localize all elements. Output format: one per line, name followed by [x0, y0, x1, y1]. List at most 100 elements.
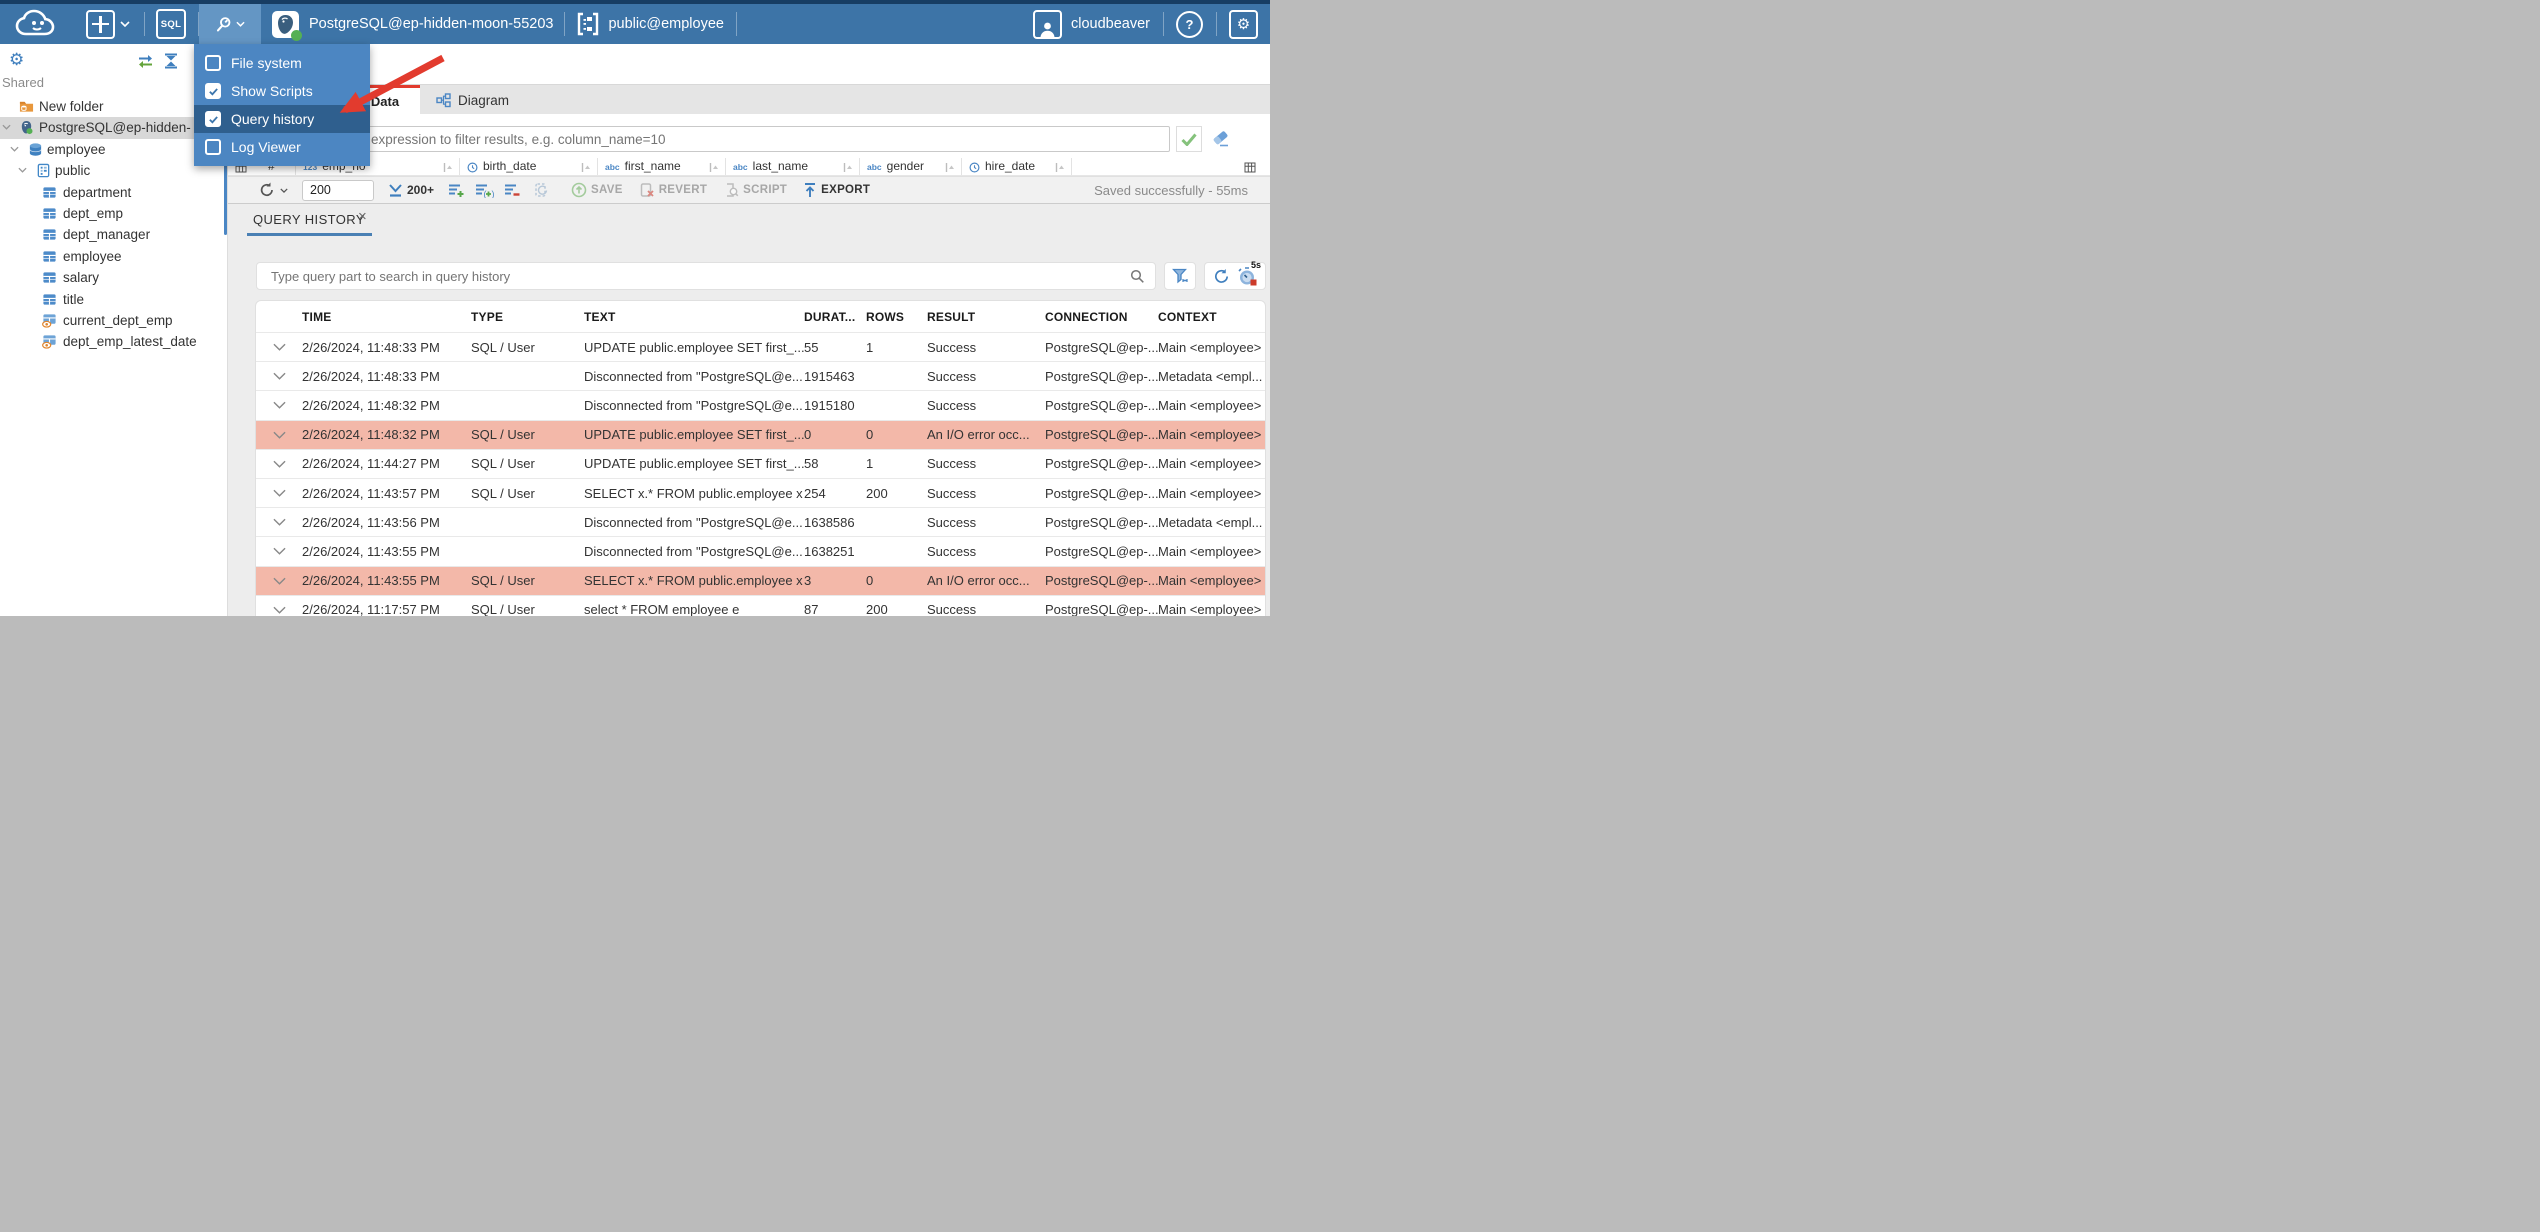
- auto-refresh-timer-button[interactable]: 5s: [1238, 260, 1261, 286]
- checkbox-checked-icon[interactable]: [205, 83, 221, 99]
- column-header-text[interactable]: TEXT: [584, 310, 804, 324]
- checkbox-checked-icon[interactable]: [205, 111, 221, 127]
- grid-settings-icon[interactable]: [1244, 162, 1256, 173]
- schema-name[interactable]: public@employee: [608, 16, 723, 32]
- expand-chevron-icon[interactable]: [256, 518, 302, 526]
- menu-item-show-scripts[interactable]: Show Scripts: [194, 77, 370, 105]
- sidebar-item-dept-manager[interactable]: dept_manager: [0, 224, 227, 245]
- column-header-type[interactable]: TYPE: [471, 310, 584, 324]
- sidebar-item-new-folder[interactable]: New folder: [0, 96, 227, 117]
- query-history-row[interactable]: 2/26/2024, 11:43:55 PM Disconnected from …: [256, 536, 1265, 565]
- column-header-time[interactable]: TIME: [302, 310, 471, 324]
- column-header-context[interactable]: CONTEXT: [1158, 310, 1265, 324]
- grid-column-header-first-name[interactable]: abc first_name: [598, 158, 726, 175]
- sidebar-item-public[interactable]: public: [0, 160, 227, 181]
- save-button[interactable]: SAVE: [571, 182, 623, 198]
- divider: [564, 12, 566, 36]
- eraser-icon[interactable]: [1210, 129, 1230, 148]
- expand-chevron-icon[interactable]: [256, 401, 302, 410]
- sort-icon[interactable]: [945, 162, 955, 173]
- expand-chevron-icon[interactable]: [256, 431, 302, 439]
- schema-selector[interactable]: [577, 12, 599, 36]
- expand-chevron-icon[interactable]: [256, 343, 302, 351]
- grid-column-header-gender[interactable]: abc gender: [860, 158, 962, 175]
- row-limit-input[interactable]: [302, 179, 374, 201]
- sidebar-item-salary[interactable]: salary: [0, 267, 227, 288]
- column-header-result[interactable]: RESULT: [927, 310, 1045, 324]
- revert-button[interactable]: REVERT: [639, 182, 707, 198]
- auto-refresh-button[interactable]: [533, 182, 549, 198]
- sort-icon[interactable]: [843, 162, 853, 173]
- sidebar-item-current-dept-emp[interactable]: current_dept_emp: [0, 310, 227, 331]
- expand-chevron-icon[interactable]: [256, 372, 302, 381]
- delete-row-button[interactable]: [504, 183, 521, 198]
- query-history-row[interactable]: 2/26/2024, 11:48:32 PM SQL / User UPDATE p…: [256, 419, 1265, 449]
- expand-chevron-icon[interactable]: [256, 577, 302, 585]
- refresh-history-button[interactable]: [1213, 268, 1230, 285]
- query-history-row[interactable]: 2/26/2024, 11:48:32 PM Disconnected from …: [256, 390, 1265, 419]
- sidebar-item-postgresql-ep-hidden[interactable]: PostgreSQL@ep-hidden-: [0, 117, 227, 139]
- query-history-row[interactable]: 2/26/2024, 11:17:57 PM SQL / User select *…: [256, 594, 1265, 616]
- settings-gear-icon[interactable]: ⚙: [1229, 9, 1258, 39]
- refresh-button[interactable]: [258, 181, 288, 199]
- user-menu[interactable]: cloudbeaver: [1033, 9, 1150, 39]
- filter-button[interactable]: [1164, 262, 1196, 290]
- menu-item-file-system[interactable]: File system: [194, 49, 370, 77]
- query-history-row[interactable]: 2/26/2024, 11:43:57 PM SQL / User SELECT x…: [256, 477, 1265, 507]
- sql-editor-button[interactable]: SQL: [156, 9, 186, 39]
- navigator-settings-gear-icon[interactable]: ⚙: [9, 51, 24, 68]
- collapse-all-icon[interactable]: [163, 53, 179, 69]
- help-icon[interactable]: ?: [1176, 10, 1203, 38]
- expand-chevron-icon[interactable]: [256, 606, 302, 614]
- sort-icon[interactable]: [1055, 162, 1065, 173]
- fetch-more-button[interactable]: 200+: [388, 183, 434, 198]
- sidebar-item-dept-emp[interactable]: dept_emp: [0, 203, 227, 224]
- sidebar-item-employee[interactable]: employee: [0, 139, 227, 160]
- duplicate-row-button[interactable]: ( ): [475, 183, 494, 198]
- sidebar-item-department[interactable]: department: [0, 182, 227, 203]
- cloudbeaver-logo-icon[interactable]: [12, 8, 64, 40]
- sort-icon[interactable]: [581, 162, 591, 173]
- query-history-row[interactable]: 2/26/2024, 11:44:27 PM SQL / User UPDATE p…: [256, 448, 1265, 478]
- tab-query-history[interactable]: QUERY HISTORY: [253, 212, 365, 227]
- expand-chevron-icon[interactable]: [256, 460, 302, 468]
- checkbox-unchecked-icon[interactable]: [205, 139, 221, 155]
- close-icon[interactable]: ×: [358, 208, 367, 225]
- menu-item-query-history[interactable]: Query history: [194, 105, 370, 133]
- tools-menu-button[interactable]: [199, 4, 261, 44]
- apply-filter-button[interactable]: [1176, 126, 1202, 152]
- column-header-durat[interactable]: DURAT...: [804, 310, 866, 324]
- checkbox-unchecked-icon[interactable]: [205, 55, 221, 71]
- chevron-down-icon[interactable]: [10, 146, 19, 152]
- sync-arrows-icon[interactable]: [137, 54, 154, 69]
- sidebar-item-employee[interactable]: employee: [0, 246, 227, 267]
- sidebar-scrollbar[interactable]: [224, 162, 227, 235]
- expand-chevron-icon[interactable]: [256, 489, 302, 497]
- tab-diagram[interactable]: Diagram: [424, 85, 521, 115]
- new-connection-button[interactable]: [86, 9, 130, 39]
- sort-icon[interactable]: [443, 162, 453, 173]
- export-button[interactable]: EXPORT: [803, 182, 870, 198]
- expand-chevron-icon[interactable]: [256, 547, 302, 556]
- add-row-button[interactable]: [448, 183, 465, 198]
- grid-column-header-last-name[interactable]: abc last_name: [726, 158, 860, 175]
- query-history-row[interactable]: 2/26/2024, 11:43:56 PM Disconnected from …: [256, 507, 1265, 536]
- column-header-rows[interactable]: ROWS: [866, 310, 927, 324]
- query-history-row[interactable]: 2/26/2024, 11:48:33 PM Disconnected from …: [256, 361, 1265, 390]
- grid-column-header-hire-date[interactable]: hire_date: [962, 158, 1072, 175]
- filter-expression-input[interactable]: [250, 126, 1170, 152]
- column-header-connection[interactable]: CONNECTION: [1045, 310, 1158, 324]
- sidebar-item-title[interactable]: title: [0, 289, 227, 310]
- connection-selector[interactable]: [272, 10, 302, 41]
- sort-icon[interactable]: [709, 162, 719, 173]
- chevron-down-icon[interactable]: [2, 124, 11, 131]
- sidebar-item-dept-emp-latest-date[interactable]: dept_emp_latest_date: [0, 331, 227, 352]
- query-history-row[interactable]: 2/26/2024, 11:43:55 PM SQL / User SELECT x…: [256, 565, 1265, 595]
- query-history-row[interactable]: 2/26/2024, 11:48:33 PM SQL / User UPDATE p…: [256, 332, 1265, 361]
- query-history-search-input[interactable]: [256, 262, 1156, 290]
- menu-item-log-viewer[interactable]: Log Viewer: [194, 133, 370, 161]
- grid-column-header-birth-date[interactable]: birth_date: [460, 158, 598, 175]
- script-button[interactable]: SCRIPT: [723, 182, 787, 198]
- chevron-down-icon[interactable]: [18, 167, 27, 173]
- connection-name[interactable]: PostgreSQL@ep-hidden-moon-55203: [309, 16, 553, 32]
